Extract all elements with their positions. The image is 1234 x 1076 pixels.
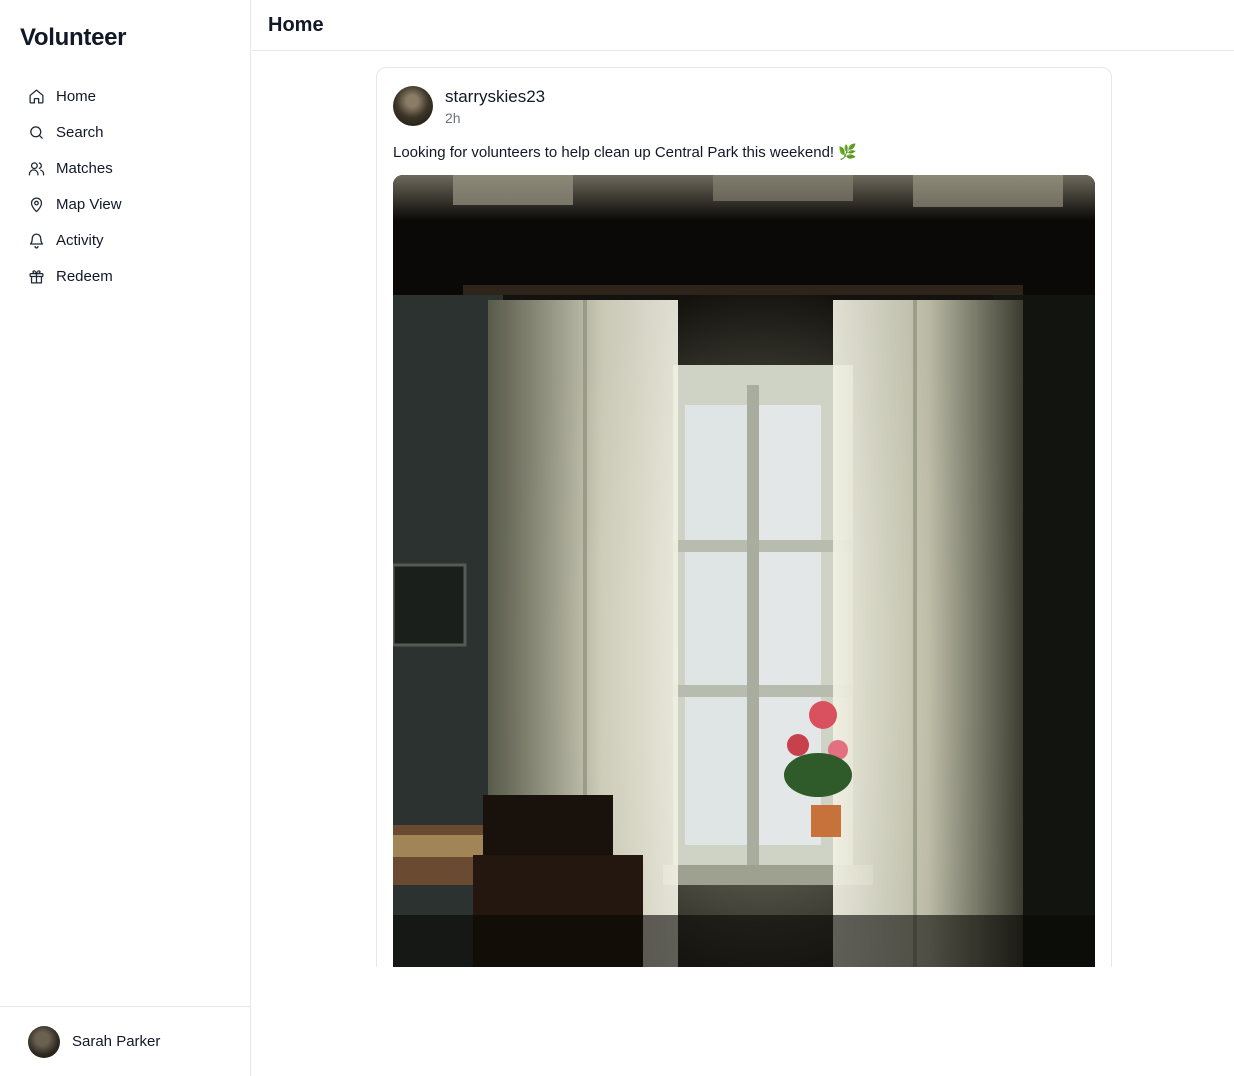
app-brand[interactable]: Volunteer	[20, 24, 127, 52]
page-title: Home	[268, 13, 324, 36]
bell-icon	[27, 231, 45, 249]
sidebar-item-label: Home	[56, 87, 97, 105]
current-user-name: Sarah Parker	[72, 1033, 161, 1050]
sidebar-item-home[interactable]: Home	[16, 78, 236, 114]
post-timestamp: 2h	[445, 110, 461, 126]
current-user[interactable]: Sarah Parker	[0, 1006, 251, 1076]
search-icon	[27, 123, 45, 141]
sidebar-item-label: Matches	[56, 159, 113, 177]
sidebar-item-label: Redeem	[56, 267, 113, 285]
avatar	[28, 1025, 60, 1058]
sidebar-item-redeem[interactable]: Redeem	[16, 258, 236, 294]
post-card: starryskies23 2h Looking for volunteers …	[376, 67, 1112, 967]
sidebar-item-label: Map View	[56, 195, 122, 213]
sidebar-item-map-view[interactable]: Map View	[16, 186, 236, 222]
sidebar-item-label: Search	[56, 123, 104, 141]
sidebar-item-activity[interactable]: Activity	[16, 222, 236, 258]
sidebar-item-matches[interactable]: Matches	[16, 150, 236, 186]
sidebar-item-search[interactable]: Search	[16, 114, 236, 150]
post-text: Looking for volunteers to help clean up …	[393, 144, 857, 161]
sidebar-nav: Home Search Matches Map View Activity Re…	[16, 78, 236, 294]
gift-icon	[27, 267, 45, 285]
home-icon	[27, 87, 45, 105]
sidebar-item-label: Activity	[56, 231, 104, 249]
map-pin-icon	[27, 195, 45, 213]
page-header: Home	[252, 0, 1234, 51]
post-image[interactable]	[393, 175, 1095, 967]
users-icon	[27, 159, 45, 177]
avatar[interactable]	[393, 86, 433, 126]
window-photo	[393, 175, 1095, 967]
post-username[interactable]: starryskies23	[445, 87, 545, 107]
feed: starryskies23 2h Looking for volunteers …	[252, 51, 1234, 1076]
sidebar: Volunteer Home Search Matches Map View A…	[0, 0, 251, 1076]
